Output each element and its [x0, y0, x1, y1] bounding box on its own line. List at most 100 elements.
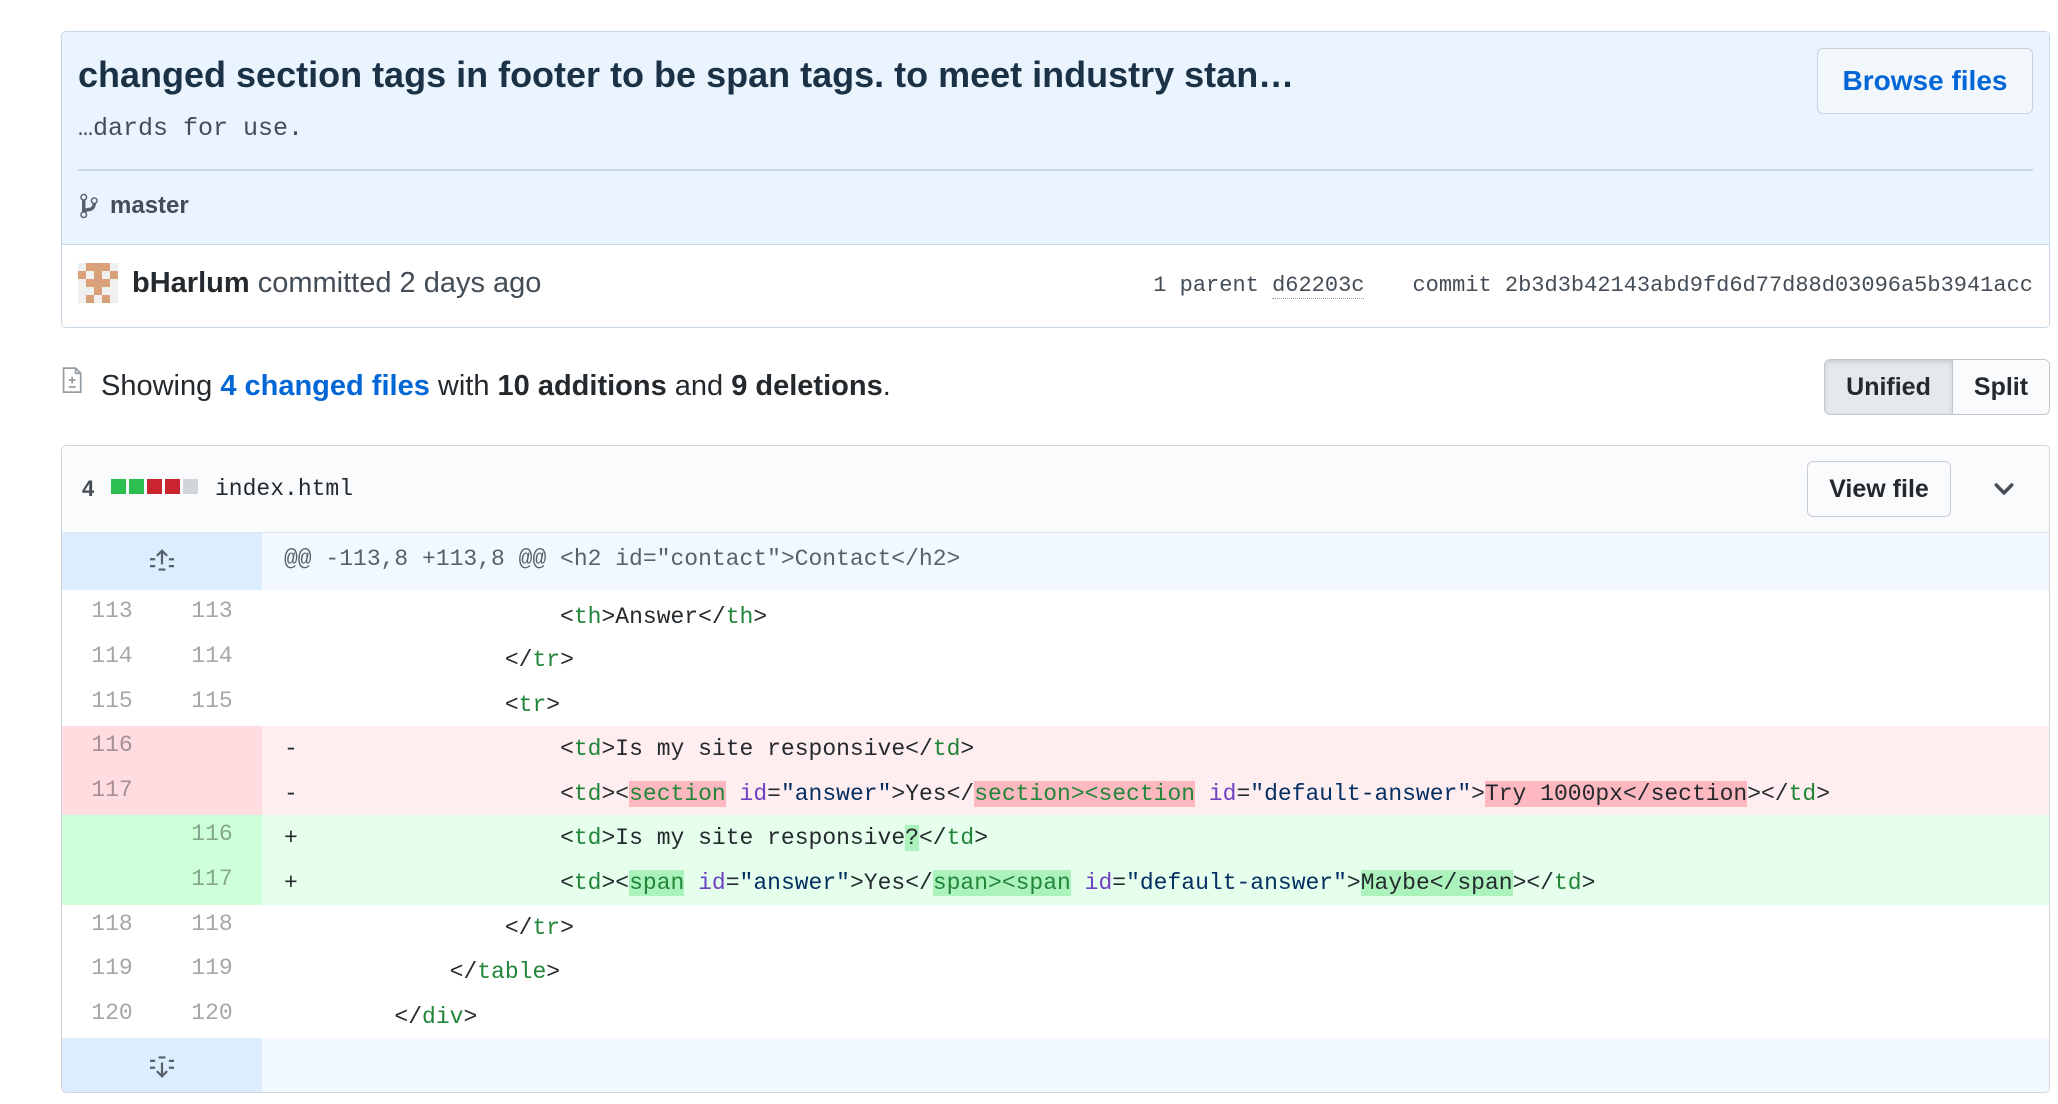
code-token: Yes — [863, 869, 906, 896]
code-token: Answer — [615, 604, 699, 630]
split-button[interactable]: Split — [1953, 360, 2049, 414]
branch-indicator: master — [78, 192, 189, 220]
code-line: </table> — [262, 949, 2049, 994]
new-line-number[interactable]: 118 — [162, 905, 262, 950]
unfold-down-icon[interactable] — [148, 1054, 176, 1079]
commit-divider — [78, 169, 2033, 171]
code-token: </ — [504, 647, 533, 673]
expand-gutter — [62, 1038, 262, 1092]
unfold-up-icon[interactable] — [148, 549, 176, 573]
old-line-number[interactable]: 115 — [62, 682, 162, 727]
code-line: - <td><section id="answer">Yes</section>… — [262, 770, 2049, 816]
code-token: > — [1816, 780, 1831, 807]
diff-marker: + — [284, 825, 298, 852]
view-file-button[interactable]: View file — [1807, 461, 1951, 517]
old-line-number[interactable] — [62, 859, 162, 905]
commit-header: changed section tags in footer to be spa… — [61, 31, 2050, 328]
code-token: td — [932, 736, 961, 763]
unified-button[interactable]: Unified — [1825, 360, 1953, 414]
code-token: tr — [532, 914, 561, 941]
diffstat-block — [165, 479, 180, 494]
code-token: = — [725, 869, 740, 896]
deleted-line: 116 - <td>Is my site responsive</td> — [62, 726, 2049, 771]
code-token: "default-answer" — [1126, 869, 1347, 896]
new-line-number[interactable]: 113 — [162, 590, 262, 637]
diff-line: 120 120 </div> — [62, 994, 2049, 1039]
code-token: </ — [946, 780, 975, 807]
code-line: <th>Answer</th> — [262, 590, 2049, 637]
new-line-number[interactable] — [162, 726, 262, 771]
code-token: td — [573, 825, 602, 852]
diffstat-block — [147, 479, 162, 494]
code-line: </div> — [262, 994, 2049, 1039]
code-token: td — [1788, 780, 1817, 807]
new-line-number[interactable]: 115 — [162, 682, 262, 727]
code-token: ? — [905, 825, 919, 852]
commit-label: commit — [1412, 273, 1492, 298]
old-line-number[interactable]: 116 — [62, 726, 162, 771]
new-line-number[interactable]: 117 — [162, 859, 262, 905]
code-token: td — [573, 780, 602, 807]
new-line-number[interactable] — [162, 770, 262, 816]
diffstat-block — [183, 479, 198, 494]
chevron-down-icon[interactable] — [1993, 478, 2015, 500]
summary-showing: Showing — [101, 370, 221, 402]
new-line-number[interactable]: 114 — [162, 637, 262, 682]
code-token: >< — [601, 780, 630, 807]
changed-files-link[interactable]: 4 changed files — [220, 370, 430, 402]
diff-marker: - — [284, 736, 298, 763]
code-token: > — [849, 869, 864, 896]
code-token: span><span — [932, 869, 1071, 896]
parent-info: 1 parent d62203c — [1153, 273, 1365, 299]
code-line: </tr> — [262, 637, 2049, 682]
avatar-identicon[interactable] — [78, 263, 118, 303]
old-line-number[interactable] — [62, 815, 162, 860]
old-line-number[interactable]: 117 — [62, 770, 162, 816]
summary-with: with — [429, 370, 498, 402]
code-token: < — [560, 869, 574, 896]
committed-time: committed 2 days ago — [249, 267, 542, 299]
deletions-count: 9 deletions — [731, 370, 883, 402]
deleted-line: 117 - <td><section id="answer">Yes</sect… — [62, 770, 2049, 816]
file-change-count: 4 — [82, 476, 95, 501]
code-token: < — [560, 825, 574, 852]
commit-title: changed section tags in footer to be spa… — [78, 54, 1295, 95]
diff-summary: Showing 4 changed files with 10 addition… — [101, 370, 891, 403]
old-line-number[interactable]: 119 — [62, 949, 162, 994]
code-token: </ — [504, 914, 533, 941]
author-line: bHarlum committed 2 days ago — [132, 267, 541, 300]
code-token: td — [573, 869, 602, 896]
code-token: "default-answer" — [1250, 780, 1472, 807]
file-diff: 4 index.html View file @@ -113,8 +113,8 … — [61, 445, 2050, 1093]
old-line-number[interactable]: 114 — [62, 637, 162, 682]
parent-sha-link[interactable]: d62203c — [1272, 273, 1365, 299]
old-line-number[interactable]: 113 — [62, 590, 162, 637]
code-token: id — [739, 780, 768, 807]
old-line-number[interactable]: 118 — [62, 905, 162, 950]
hunk-header: @@ -113,8 +113,8 @@ <h2 id="contact">Con… — [284, 546, 961, 572]
code-token: ></ — [1747, 780, 1789, 807]
author-name[interactable]: bHarlum — [132, 267, 250, 299]
diff-table: @@ -113,8 +113,8 @@ <h2 id="contact">Con… — [62, 533, 2049, 1092]
code-token: </ — [698, 604, 726, 630]
code-token: section><section — [974, 780, 1196, 807]
summary-end: . — [882, 370, 891, 402]
diffstat-block — [111, 479, 126, 494]
code-token: Maybe</span — [1360, 869, 1513, 896]
branch-name[interactable]: master — [110, 192, 189, 220]
code-token: > — [974, 825, 988, 852]
code-token: </ — [918, 825, 947, 852]
expand-gutter — [62, 533, 262, 590]
code-token: >< — [601, 869, 630, 896]
diffstat-bar — [111, 479, 198, 494]
old-line-number[interactable]: 120 — [62, 994, 162, 1039]
new-line-number[interactable]: 120 — [162, 994, 262, 1039]
diffstat-block — [129, 479, 144, 494]
code-line: </tr> — [262, 905, 2049, 950]
code-token: > — [601, 604, 616, 630]
new-line-number[interactable]: 119 — [162, 949, 262, 994]
browse-files-button[interactable]: Browse files — [1817, 48, 2033, 114]
code-token: Is my site responsive — [615, 825, 906, 852]
new-line-number[interactable]: 116 — [162, 815, 262, 860]
file-name[interactable]: index.html — [215, 476, 353, 502]
